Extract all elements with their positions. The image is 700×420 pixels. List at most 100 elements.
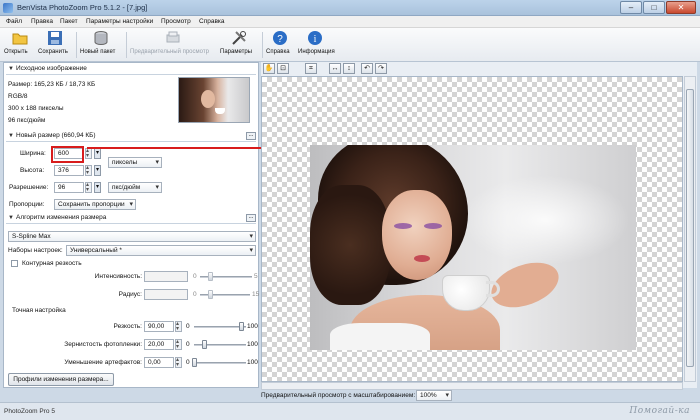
save-button[interactable]: Сохранить — [38, 30, 72, 60]
radius-input[interactable] — [144, 289, 188, 300]
fine-tune-header: Точная настройка — [12, 307, 66, 314]
section-source-image[interactable]: ▼ Исходное изображение — [6, 64, 256, 75]
info-button[interactable]: i Информация — [298, 30, 335, 60]
film-grain-input[interactable]: 20,00 — [144, 339, 174, 350]
flip-vertical-icon[interactable]: ↕ — [343, 63, 355, 74]
help-icon: ? — [273, 31, 287, 45]
height-lock-button[interactable]: ▾ — [94, 165, 101, 176]
svg-text:i: i — [314, 34, 317, 45]
printer-icon — [166, 31, 180, 43]
title-bar: BenVista PhotoZoom Pro 5.1.2 - [7.jpg] –… — [0, 0, 700, 16]
source-mode: RGB/8 — [8, 93, 28, 100]
rotate-right-icon[interactable]: ↷ — [375, 63, 387, 74]
settings-button[interactable]: Параметры — [220, 30, 258, 60]
source-thumbnail — [178, 77, 250, 123]
unsharp-checkbox[interactable] — [11, 260, 18, 267]
zoom-dropdown[interactable]: 100% — [416, 390, 452, 401]
intensity-label: Интенсивность: — [94, 273, 142, 280]
proportions-dropdown[interactable]: Сохранить пропорции — [54, 199, 136, 210]
flip-horizontal-icon[interactable]: ↔ — [329, 63, 341, 74]
menu-settings[interactable]: Параметры настройки — [86, 18, 153, 25]
preview-panel: ✋ ⊡ ⌗ ↔ ↕ ↶ ↷ Предварительный просмотр с… — [261, 62, 697, 401]
toolbar-separator — [262, 32, 263, 58]
vertical-scrollbar[interactable] — [684, 76, 696, 382]
toolbar-separator — [126, 32, 127, 58]
sharpness-input[interactable]: 90,00 — [144, 321, 174, 332]
resolution-units-dropdown[interactable]: пкс/дюйм — [108, 182, 162, 193]
height-label: Высота: — [20, 167, 45, 174]
crop-tool-icon[interactable]: ⌗ — [305, 63, 317, 74]
width-spinner[interactable] — [85, 147, 92, 159]
hand-tool-icon[interactable]: ✋ — [263, 63, 275, 74]
resolution-input[interactable]: 96 — [54, 182, 84, 193]
presets-dropdown[interactable]: Универсальный * — [66, 245, 256, 256]
section-algorithm[interactable]: ▼ Алгоритм изменения размера ... — [6, 213, 256, 224]
radius-min: 0 — [193, 291, 197, 298]
height-spinner[interactable] — [85, 164, 92, 176]
minimize-button[interactable]: – — [620, 1, 642, 14]
sharpness-label: Резкость: — [113, 323, 142, 330]
help-button[interactable]: ? Справка — [266, 30, 294, 60]
toolbar: Открыть Сохранить Новый пакет Предварите… — [0, 28, 700, 62]
film-grain-label: Зернистость фотопленки: — [64, 341, 142, 348]
width-lock-button[interactable]: ▾ — [94, 148, 101, 159]
horizontal-scrollbar[interactable] — [261, 382, 683, 390]
status-bar: PhotoZoom Pro 5 Помогай-ка — [0, 402, 700, 420]
preview-canvas[interactable] — [261, 76, 683, 382]
film-grain-max: 100 — [247, 341, 258, 348]
collapse-triangle-icon: ▼ — [8, 133, 14, 139]
artifact-input[interactable]: 0,00 — [144, 357, 174, 368]
section-new-size[interactable]: ▼ Новый размер (660,94 КБ) ... — [6, 131, 256, 142]
intensity-slider[interactable] — [200, 272, 252, 281]
resolution-label: Разрешение: — [9, 184, 49, 191]
resize-profiles-button[interactable]: Профили изменения размера... — [8, 373, 114, 386]
menu-help[interactable]: Справка — [199, 18, 225, 25]
units-dropdown[interactable]: пикселы — [108, 157, 162, 168]
menu-bar: Файл Правка Пакет Параметры настройки Пр… — [0, 16, 700, 28]
collapse-triangle-icon: ▼ — [8, 215, 14, 221]
sharpness-spinner[interactable] — [175, 320, 182, 332]
menu-edit[interactable]: Правка — [31, 18, 53, 25]
info-icon: i — [308, 31, 322, 45]
rotate-left-icon[interactable]: ↶ — [361, 63, 373, 74]
resolution-lock-button[interactable]: ▾ — [94, 182, 101, 193]
toolbar-separator — [76, 32, 77, 58]
close-button[interactable]: ✕ — [666, 1, 696, 14]
source-resolution: 96 пкс/дюйм — [8, 117, 46, 124]
menu-file[interactable]: Файл — [6, 18, 22, 25]
radius-label: Радиус: — [118, 291, 142, 298]
resolution-spinner[interactable] — [85, 181, 92, 193]
menu-batch[interactable]: Пакет — [60, 18, 78, 25]
method-dropdown[interactable]: S-Spline Max — [8, 231, 256, 242]
sharpness-max: 100 — [247, 323, 258, 330]
more-options-button[interactable]: ... — [246, 214, 256, 222]
maximize-button[interactable]: □ — [643, 1, 665, 14]
proportions-label: Пропорции: — [9, 201, 45, 208]
zoom-tool-icon[interactable]: ⊡ — [277, 63, 289, 74]
radius-slider[interactable] — [200, 290, 250, 299]
artifact-spinner[interactable] — [175, 356, 182, 368]
settings-panel: ▼ Исходное изображение Размер: 165,23 КБ… — [3, 62, 259, 388]
source-dimensions: 300 x 188 пикселы — [8, 105, 64, 112]
film-grain-spinner[interactable] — [175, 338, 182, 350]
new-batch-button[interactable]: Новый пакет — [80, 30, 122, 60]
menu-view[interactable]: Просмотр — [161, 18, 191, 25]
sharpness-slider[interactable] — [194, 322, 246, 331]
svg-text:?: ? — [277, 34, 283, 45]
artifact-slider[interactable] — [192, 358, 246, 367]
height-input[interactable]: 376 — [54, 165, 84, 176]
intensity-max: 5 — [254, 273, 258, 280]
artifact-max: 100 — [247, 359, 258, 366]
radius-max: 15 — [252, 291, 260, 298]
width-highlight-frame — [51, 146, 84, 163]
preview-button[interactable]: Предварительный просмотр — [130, 30, 216, 60]
unsharp-label: Контурная резкость — [22, 260, 82, 267]
intensity-input[interactable] — [144, 271, 188, 282]
sharpness-min: 0 — [186, 323, 190, 330]
app-icon — [3, 3, 13, 13]
open-button[interactable]: Открыть — [4, 30, 36, 60]
database-icon — [94, 31, 108, 46]
film-grain-slider[interactable] — [194, 340, 246, 349]
collapse-triangle-icon: ▼ — [8, 66, 14, 72]
more-options-button[interactable]: ... — [246, 132, 256, 140]
